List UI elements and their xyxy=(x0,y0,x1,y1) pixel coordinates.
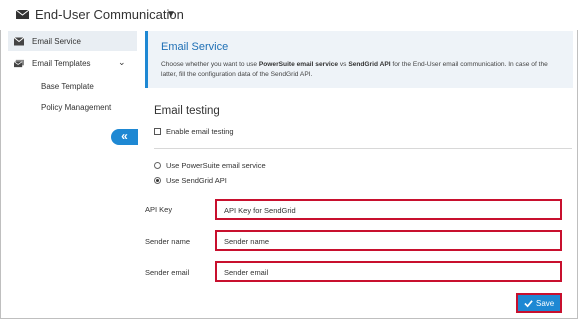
radio-label: Use SendGrid API xyxy=(166,176,227,185)
info-title: Email Service xyxy=(161,41,229,53)
envelope-icon xyxy=(16,10,29,19)
save-label: Save xyxy=(536,299,555,308)
info-panel: Email Service Choose whether you want to… xyxy=(145,31,573,88)
sidebar-item-email-templates[interactable]: Email Templates ⌄ xyxy=(8,53,137,73)
radio-sendgrid-api[interactable]: Use SendGrid API xyxy=(154,176,227,185)
sidebar-item-label: Email Templates xyxy=(32,59,91,68)
enable-email-testing-checkbox[interactable]: Enable email testing xyxy=(154,127,234,136)
checkbox-box[interactable] xyxy=(154,128,161,135)
chevron-down-icon[interactable]: ⌄ xyxy=(118,57,126,68)
sender-name-input[interactable]: Sender name xyxy=(215,230,562,251)
envelopes-icon xyxy=(14,59,24,68)
page-title[interactable]: End-User Communication xyxy=(35,7,184,22)
caret-down-icon[interactable]: ▼ xyxy=(166,9,176,20)
api-key-label: API Key xyxy=(145,205,173,214)
radio-button[interactable] xyxy=(154,177,161,184)
checkbox-label: Enable email testing xyxy=(166,127,234,136)
radio-label: Use PowerSuite email service xyxy=(166,161,266,170)
sender-name-label: Sender name xyxy=(145,237,191,246)
sidebar-item-email-service[interactable]: Email Service xyxy=(8,31,137,51)
info-text: Choose whether you want to use PowerSuit… xyxy=(161,61,548,78)
radio-powersuite-service[interactable]: Use PowerSuite email service xyxy=(154,161,266,170)
sender-email-label: Sender email xyxy=(145,268,190,277)
sidebar-subitem-base-template[interactable]: Base Template xyxy=(41,82,94,91)
sidebar-subitem-policy-management[interactable]: Policy Management xyxy=(41,103,111,112)
api-key-input[interactable]: API Key for SendGrid xyxy=(215,199,562,220)
sender-email-input[interactable]: Sender email xyxy=(215,261,562,282)
save-button[interactable]: Save xyxy=(516,293,562,313)
radio-button[interactable] xyxy=(154,162,161,169)
collapse-sidebar-button[interactable]: « xyxy=(111,129,138,145)
sidebar: Email Service Email Templates ⌄ Base Tem… xyxy=(8,31,138,191)
email-testing-heading: Email testing xyxy=(154,105,220,117)
section-divider xyxy=(154,148,572,149)
page-header: End-User Communication ▼ xyxy=(0,0,578,30)
check-icon xyxy=(524,300,533,308)
envelope-icon xyxy=(14,37,24,46)
sidebar-item-label: Email Service xyxy=(32,37,81,46)
